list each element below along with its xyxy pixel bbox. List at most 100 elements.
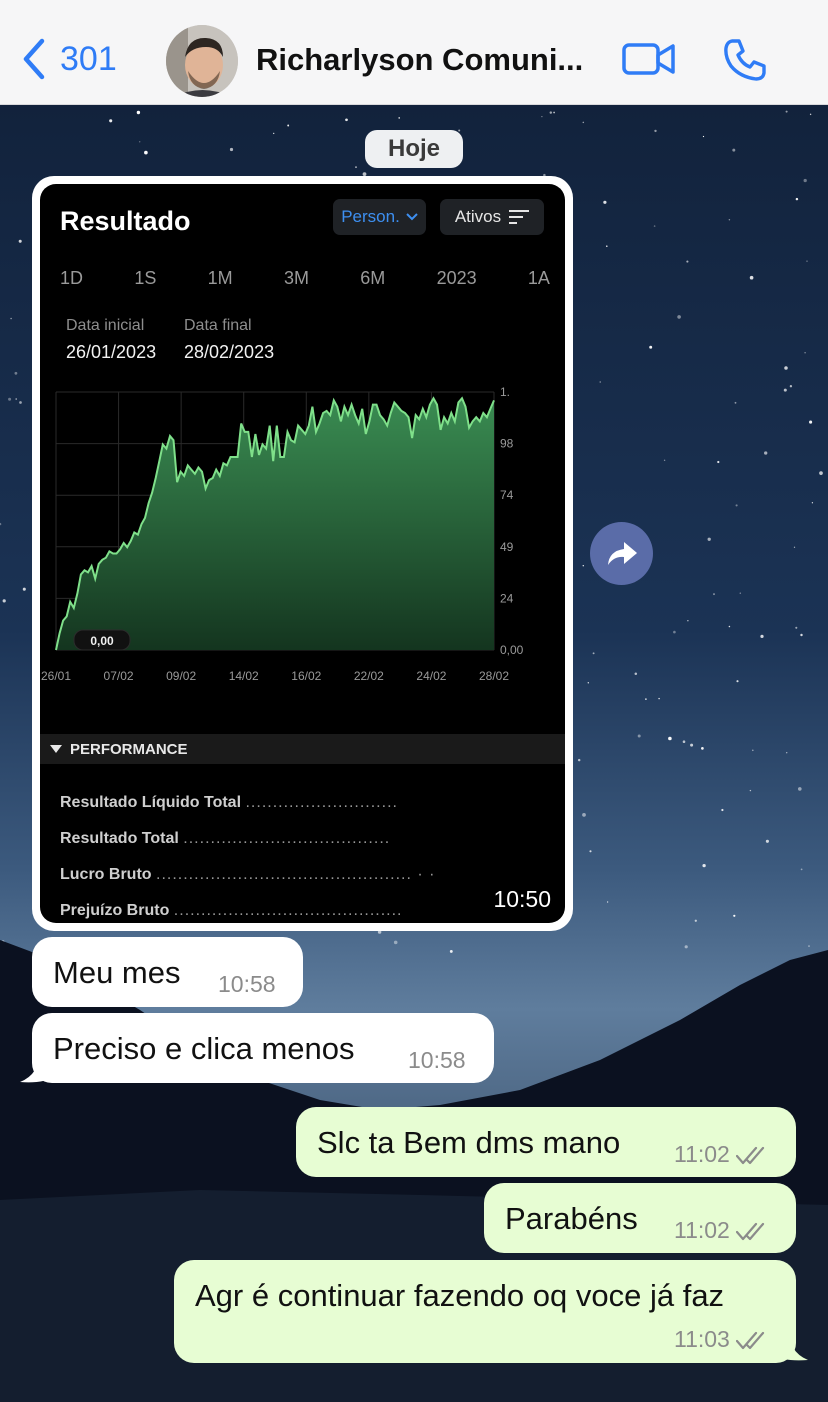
chevron-left-icon [23,38,45,80]
outgoing-message-bubble[interactable]: Slc ta Bem dms mano 11:02 [296,1107,796,1177]
star [637,734,641,738]
message-time: 10:50 [493,886,551,912]
star [690,743,694,747]
assets-filter-label: Ativos [454,207,502,226]
star [673,630,676,634]
star [686,260,689,263]
message-text: Preciso e clica menos [53,1031,355,1066]
star [809,420,813,424]
chevron-down-icon [406,213,418,221]
star [721,808,724,812]
star [785,751,788,754]
start-value-label: 0,00 [90,634,114,648]
star [10,317,12,320]
start-date-label: Data inicial [66,317,145,334]
message-time: 11:02 [674,1217,730,1243]
triangle-down-icon [50,745,62,753]
star [749,275,754,280]
star [19,401,22,404]
unread-count: 301 [60,39,117,78]
image-message-bubble[interactable]: Resultado Person. Ativos 1D 1S 1M 3M 6M … [32,176,573,931]
period-dropdown-label: Person. [341,207,400,226]
result-area-chart: 0,00 24 49 74 98 1. 26/01 07/02 09/02 14/02 16/02 2… [41,385,524,683]
period-tab: 6M [360,268,386,288]
performance-row-dots: ........................................… [173,902,403,919]
star [645,698,647,700]
double-check-icon [735,1331,764,1350]
star [739,592,742,594]
star [819,471,823,475]
contact-name[interactable]: Richarlyson Comuni... [256,42,596,78]
star [398,117,401,119]
star [449,949,453,953]
back-button[interactable]: 301 [22,38,117,80]
star [809,113,812,116]
period-tab: 1S [134,268,157,288]
star [14,371,18,375]
x-tick-label: 22/02 [354,669,384,683]
start-date-value: 26/01/2023 [66,342,157,362]
y-tick-label: 49 [500,540,514,554]
star [587,682,589,684]
period-tabs: 1D 1S 1M 3M 6M 2023 1A [60,268,550,289]
phone-icon[interactable] [722,37,768,83]
y-tick-label: 1. [500,385,510,399]
performance-row-label: Lucro Bruto [60,866,152,883]
star [541,115,543,118]
star [2,599,6,603]
message-time-status: 11:03 [674,1326,768,1353]
star [734,401,737,404]
performance-section-header: PERFORMANCE [40,734,565,764]
star [728,219,731,221]
double-check-icon [735,1146,764,1165]
message-time-status: 11:02 [674,1217,768,1244]
outgoing-message-bubble[interactable]: Parabéns 11:02 [484,1183,796,1253]
period-tab: 1M [207,268,233,288]
star [800,868,803,871]
message-text: Slc ta Bem dms mano [317,1125,621,1160]
performance-title: PERFORMANCE [70,740,188,758]
star [694,919,697,922]
star [677,315,681,319]
star [458,129,461,132]
outgoing-message-bubble[interactable]: Agr é continuar fazendo oq voce já faz 1… [174,1260,796,1363]
x-tick-label: 26/01 [41,669,71,683]
star [606,901,609,903]
star [752,749,754,752]
x-tick-label: 16/02 [291,669,321,683]
star [663,459,666,462]
period-tab: 2023 [436,268,477,288]
performance-row-label: Resultado Líquido Total [60,794,242,811]
star [797,787,802,791]
star [653,225,656,227]
star [760,634,764,639]
star [808,945,810,948]
y-tick-label: 98 [500,437,514,451]
star [273,132,275,135]
star [582,121,585,124]
x-tick-label: 09/02 [166,669,196,683]
message-text: Parabéns [505,1201,638,1236]
incoming-message-bubble[interactable]: Meu mes 10:58 [32,937,303,1007]
period-tab: 1D [60,268,84,288]
video-call-icon[interactable] [622,40,676,78]
message-time: 10:58 [408,1047,466,1073]
star [795,197,799,201]
star [589,850,592,853]
star [736,680,739,683]
star [582,564,585,567]
forward-button[interactable] [590,522,653,585]
star [136,110,141,115]
x-tick-label: 24/02 [416,669,446,683]
star [806,260,808,262]
star [728,625,731,628]
avatar[interactable] [166,25,238,97]
incoming-message-bubble[interactable]: Preciso e clica menos 10:58 [32,1013,494,1083]
star [803,178,807,183]
screenshot-image[interactable]: Resultado Person. Ativos 1D 1S 1M 3M 6M … [40,184,565,923]
star [735,504,738,507]
star [138,141,141,143]
star [8,397,12,401]
star [22,587,26,591]
star [355,166,357,168]
